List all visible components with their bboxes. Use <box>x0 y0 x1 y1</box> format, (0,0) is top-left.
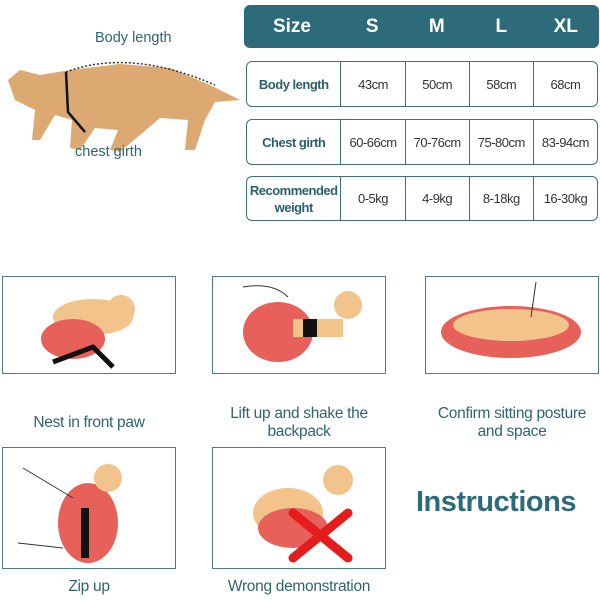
cell: 68cm <box>532 62 597 106</box>
cell: 0-5kg <box>340 177 404 220</box>
table-row-chest-girth: Chest girth 60-66cm 70-76cm 75-80cm 83-9… <box>246 119 598 165</box>
step-5-caption: Wrong demonstration <box>227 578 371 595</box>
step-5-illustration <box>212 447 386 569</box>
cell: 58cm <box>468 62 533 106</box>
step-4-illustration <box>2 447 176 569</box>
header-xl: XL <box>553 15 578 37</box>
row-label: Chest girth <box>262 134 326 150</box>
table-row-body-length: Body length 43cm 50cm 58cm 68cm <box>246 61 598 107</box>
header-l: L <box>495 15 508 37</box>
cell: 43cm <box>340 62 404 106</box>
step-4-caption: Zip up <box>68 578 110 595</box>
cell: 70-76cm <box>404 120 469 164</box>
step-1-caption: Nest in front paw <box>33 414 145 431</box>
cell: 8-18kg <box>468 177 533 220</box>
cell: 83-94cm <box>532 120 597 164</box>
instructions-title: Instructions <box>416 486 576 518</box>
cell: 75-80cm <box>468 120 533 164</box>
cell: 50cm <box>404 62 469 106</box>
chest-girth-label: chest girth <box>75 144 142 160</box>
step-2-illustration <box>212 276 386 374</box>
row-label: Body length <box>258 76 329 92</box>
cell: 16-30kg <box>532 177 597 220</box>
row-label: Recommended weight <box>249 182 338 215</box>
header-m: M <box>428 15 445 37</box>
table-row-weight: Recommended weight 0-5kg 4-9kg 8-18kg 16… <box>246 176 598 221</box>
cell: 4-9kg <box>404 177 469 220</box>
size-table-header: Size S M L XL <box>244 5 599 48</box>
body-length-label: Body length <box>95 30 172 46</box>
step-3-caption: Confirm sitting posture and space <box>437 405 587 440</box>
step-2-caption: Lift up and shake the backpack <box>230 405 368 440</box>
cell: 60-66cm <box>340 120 404 164</box>
step-1-illustration <box>2 276 176 374</box>
step-3-illustration <box>425 276 599 374</box>
header-s: S <box>365 15 379 37</box>
header-size: Size <box>272 15 312 37</box>
